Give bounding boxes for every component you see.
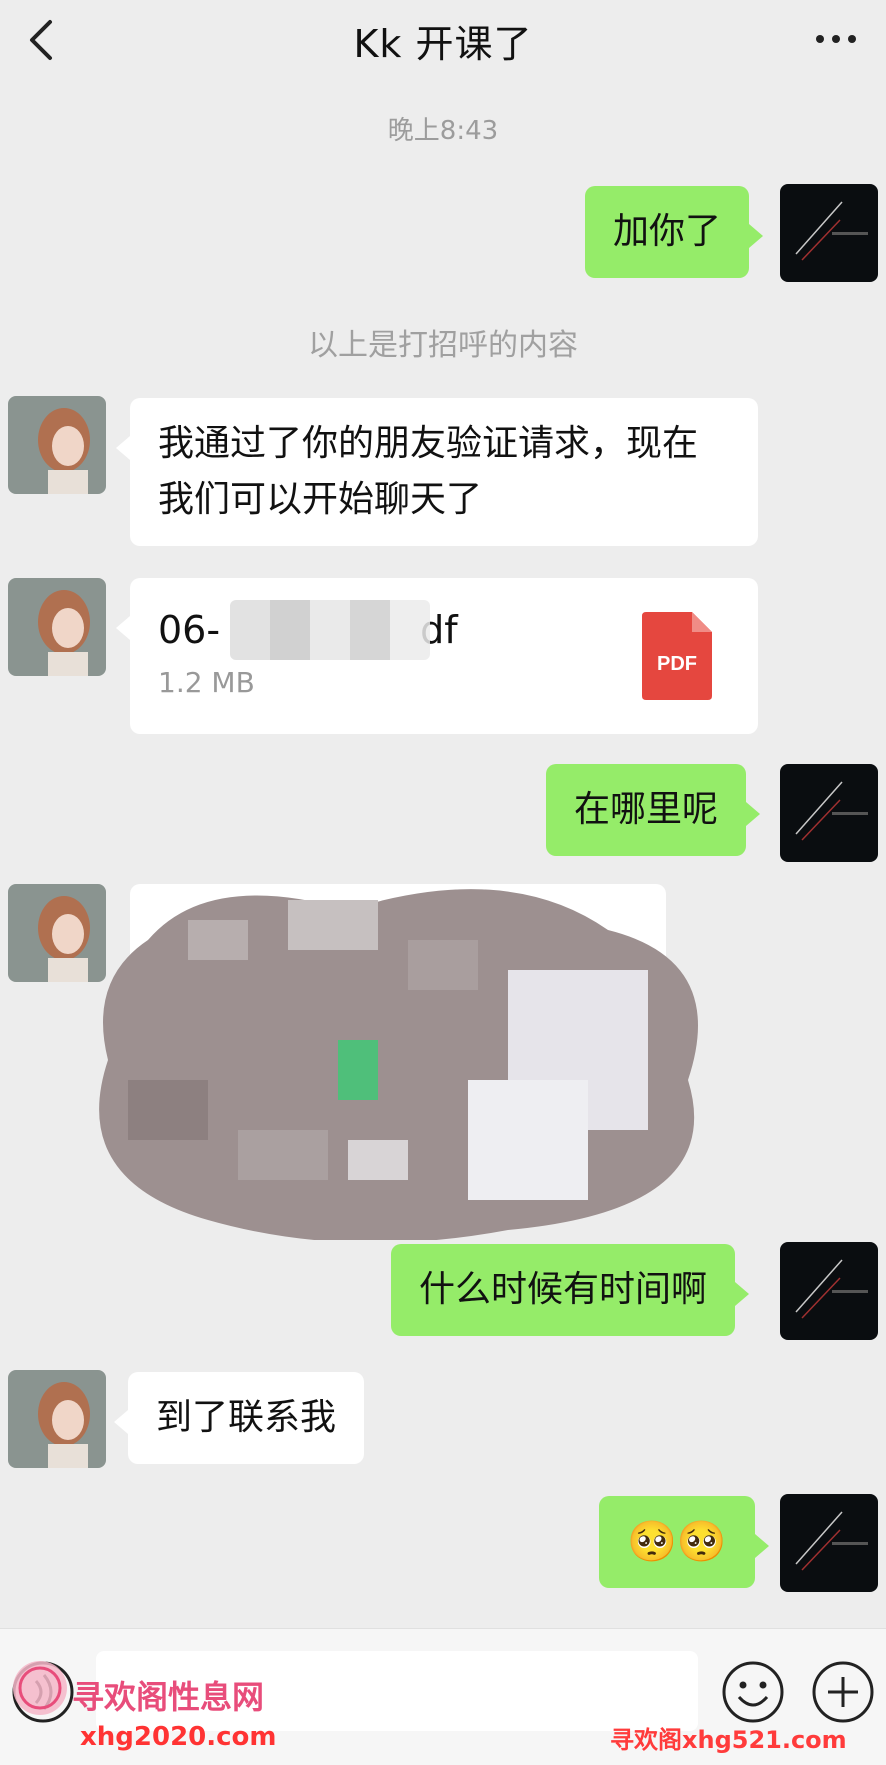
file-message-card[interactable]: 06- df 1.2 MB PDF	[116, 578, 758, 734]
header: Kk 开课了	[0, 0, 886, 80]
chevron-left-icon	[30, 20, 52, 60]
censored-content	[99, 889, 698, 1240]
watermark-logo	[13, 1661, 67, 1715]
chat-title: Kk 开课了	[353, 21, 533, 66]
watermark-text: 寻欢阁性息网	[72, 1678, 265, 1716]
more-button[interactable]	[806, 14, 866, 64]
svg-text:PDF: PDF	[657, 653, 697, 675]
message-bubble-received[interactable]: 我通过了你的朋友验证请求，现在 我们可以开始聊天了	[116, 398, 758, 546]
greeting-notice: 以上是打招呼的内容	[308, 328, 578, 363]
message-bubble-sent[interactable]: 加你了	[585, 186, 764, 278]
my-avatar[interactable]	[780, 1242, 878, 1340]
my-avatar[interactable]	[780, 184, 878, 282]
message-text: 到了联系我	[156, 1397, 337, 1438]
message-text: 什么时候有时间啊	[419, 1269, 708, 1310]
back-button[interactable]	[14, 12, 70, 68]
my-avatar[interactable]	[780, 1494, 878, 1592]
message-text-line: 我们可以开始聊天了	[158, 479, 483, 520]
pdf-file-icon: PDF	[642, 612, 712, 700]
avatar-image	[8, 396, 106, 494]
avatar-image	[780, 764, 878, 862]
contact-avatar[interactable]	[8, 396, 106, 494]
avatar-image	[8, 1370, 106, 1468]
avatar-image	[780, 1494, 878, 1592]
message-text: 加你了	[613, 211, 722, 252]
message-text-line: 我通过了你的朋友验证请求，现在	[158, 423, 699, 464]
emoji-icon[interactable]	[720, 1659, 786, 1725]
pixelated-filename	[230, 600, 430, 660]
avatar-image	[780, 184, 878, 282]
contact-avatar[interactable]	[8, 1370, 106, 1468]
chat-screen: Kk 开课了 晚上8:43 加你了 以上是打招呼的内容 我通过了你的朋友验证请求…	[0, 0, 886, 1765]
message-timestamp: 晚上8:43	[387, 116, 499, 146]
watermark-url: xhg2020.com	[80, 1722, 277, 1752]
watermark-url-right: 寻欢阁xhg521.com	[610, 1726, 847, 1754]
my-avatar[interactable]	[780, 764, 878, 862]
file-size: 1.2 MB	[158, 666, 255, 699]
avatar-image	[8, 578, 106, 676]
avatar-image	[780, 1242, 878, 1340]
contact-avatar[interactable]	[8, 578, 106, 676]
message-bubble-sent[interactable]: 🥺🥺	[599, 1496, 769, 1588]
emoji-message: 🥺🥺	[627, 1519, 727, 1565]
message-text: 在哪里呢	[574, 789, 719, 830]
more-dots-icon	[816, 35, 856, 43]
message-bubble-received[interactable]: 到了联系我	[113, 1372, 365, 1464]
message-bubble-sent[interactable]: 在哪里呢	[546, 764, 761, 856]
message-bubble-sent[interactable]: 什么时候有时间啊	[391, 1244, 750, 1336]
plus-icon[interactable]	[810, 1659, 876, 1725]
